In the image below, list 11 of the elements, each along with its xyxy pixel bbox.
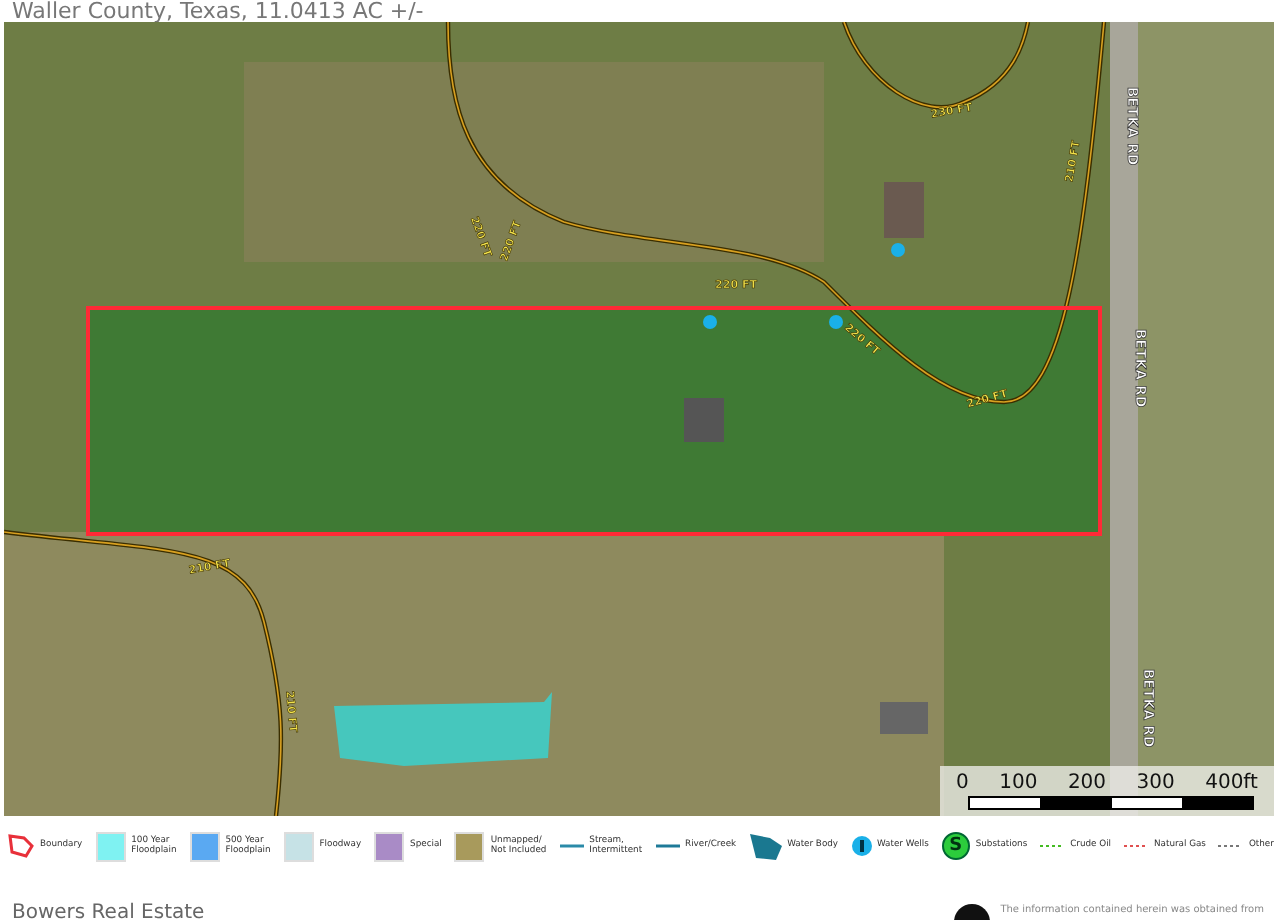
water-well-icon [703,315,717,329]
map-title: Waller County, Texas, 11.0413 AC +/- [12,0,424,22]
scale-label: 400ft [1205,772,1258,794]
scale-label: 300 [1136,772,1175,794]
water-well-icon [891,243,905,257]
water-well-icon [829,315,843,329]
company-name: Bowers Real Estate [12,904,205,920]
substation-icon: S [941,832,970,860]
scale-label: 0 [956,772,969,794]
scale-label: 200 [1067,772,1107,794]
scale-label: 100 [999,772,1038,794]
